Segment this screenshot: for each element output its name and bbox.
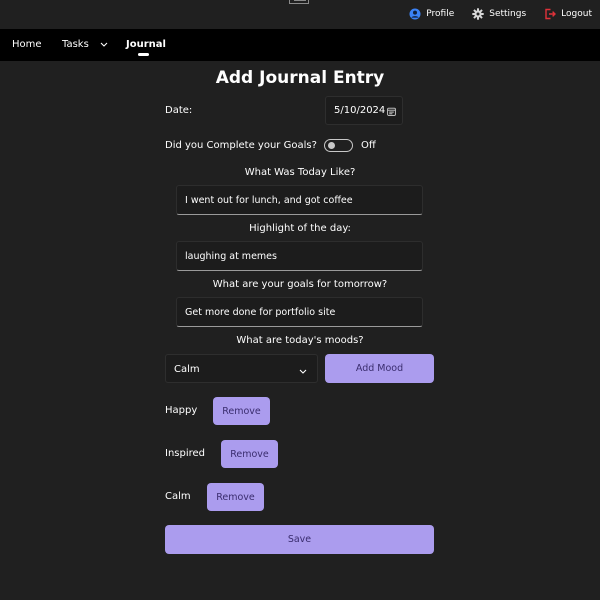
remove-mood-button[interactable]: Remove <box>207 483 264 511</box>
date-value: 5/10/2024 <box>334 105 386 116</box>
profile-link[interactable]: Profile <box>409 8 454 20</box>
page-title: Add Journal Entry <box>215 68 385 88</box>
highlight-value: laughing at memes <box>185 251 277 262</box>
mood-name: Calm <box>165 491 191 502</box>
profile-label: Profile <box>426 9 455 19</box>
remove-mood-button[interactable]: Remove <box>213 397 270 425</box>
nav-tasks[interactable]: Tasks <box>62 39 108 50</box>
remove-mood-button[interactable]: Remove <box>221 440 278 468</box>
today-value: I went out for lunch, and got coffee <box>185 195 353 206</box>
date-picker[interactable]: 5/10/2024 <box>325 96 403 125</box>
goals-label: Did you Complete your Goals? <box>165 140 317 151</box>
today-textbox[interactable]: I went out for lunch, and got coffee <box>176 185 423 215</box>
highlight-textbox[interactable]: laughing at memes <box>176 241 423 271</box>
settings-link[interactable]: Settings <box>472 8 526 20</box>
tomorrow-textbox[interactable]: Get more done for portfolio site <box>176 297 423 327</box>
account-links: Profile Settings Logout <box>409 5 592 23</box>
add-mood-button[interactable]: Add Mood <box>325 354 434 383</box>
goals-toggle[interactable] <box>324 139 353 152</box>
mood-name: Inspired <box>165 448 206 459</box>
chevron-down-icon <box>299 366 307 377</box>
calendar-icon <box>387 107 396 119</box>
nav-journal[interactable]: Journal <box>126 39 166 50</box>
mood-name: Happy <box>165 405 198 416</box>
mood-select[interactable]: Calm <box>165 354 318 383</box>
toggle-knob <box>328 142 335 149</box>
tomorrow-value: Get more done for portfolio site <box>185 307 336 318</box>
tomorrow-label: What are your goals for tomorrow? <box>212 279 388 290</box>
window-restore-icon <box>289 0 309 4</box>
goals-toggle-state: Off <box>361 140 376 151</box>
save-button[interactable]: Save <box>165 525 434 554</box>
logout-link[interactable]: Logout <box>544 8 592 20</box>
main-nav: Home Tasks Journal <box>0 29 600 61</box>
gear-icon <box>472 8 484 20</box>
moods-label: What are today's moods? <box>236 335 364 346</box>
mood-select-value: Calm <box>174 364 200 375</box>
title-bar: Profile Settings Logout <box>0 0 600 29</box>
nav-tasks-label: Tasks <box>62 39 89 50</box>
logout-label: Logout <box>561 9 592 19</box>
chevron-down-icon <box>100 39 108 50</box>
settings-label: Settings <box>489 9 527 19</box>
today-label: What Was Today Like? <box>244 167 356 178</box>
date-label: Date: <box>165 105 193 116</box>
logout-icon <box>544 8 557 20</box>
profile-icon <box>409 8 421 20</box>
active-tab-indicator <box>138 53 149 56</box>
highlight-label: Highlight of the day: <box>249 223 351 234</box>
nav-home[interactable]: Home <box>12 39 42 50</box>
